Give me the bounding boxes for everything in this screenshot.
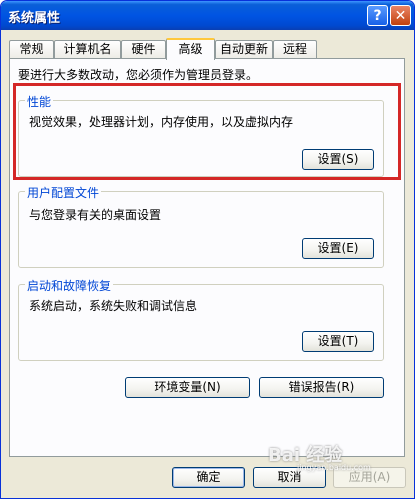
tab-computer-name[interactable]: 计算机名: [54, 40, 121, 59]
tab-automatic-updates[interactable]: 自动更新: [215, 40, 273, 59]
error-reporting-button[interactable]: 错误报告(R): [259, 377, 384, 398]
system-properties-window: 系统属性 ? ✕ 常规 计算机名 硬件 高级 自动更新 远程 要进行大多数改动，…: [0, 0, 415, 499]
tab-general[interactable]: 常规: [9, 40, 54, 59]
ok-button[interactable]: 确定: [172, 467, 245, 488]
startup-recovery-description: 系统启动，系统失败和调试信息: [29, 299, 198, 313]
startup-recovery-settings-button[interactable]: 设置(T): [302, 331, 374, 352]
tab-advanced[interactable]: 高级: [166, 38, 215, 60]
watermark-url: jingyan.baidu.com: [297, 463, 371, 472]
highlight-annotation-box: [13, 83, 401, 180]
tab-hardware[interactable]: 硬件: [121, 40, 166, 59]
user-profiles-group-title: 用户配置文件: [25, 184, 102, 201]
startup-recovery-group: 启动和故障恢复 系统启动，系统失败和调试信息 设置(T): [18, 277, 384, 361]
close-icon: ✕: [394, 7, 407, 24]
tab-remote[interactable]: 远程: [273, 40, 317, 59]
admin-notice: 要进行大多数改动，您必须作为管理员登录。: [18, 68, 259, 82]
help-button[interactable]: ?: [367, 5, 388, 26]
user-profiles-group: 用户配置文件 与您登录有关的桌面设置 设置(E): [18, 184, 384, 268]
close-button[interactable]: ✕: [390, 5, 411, 26]
window-title: 系统属性: [8, 11, 61, 26]
startup-recovery-group-title: 启动和故障恢复: [25, 277, 114, 294]
user-profiles-settings-button[interactable]: 设置(E): [302, 238, 374, 259]
title-bar[interactable]: 系统属性 ? ✕: [1, 1, 414, 30]
help-icon: ?: [373, 7, 382, 24]
user-profiles-description: 与您登录有关的桌面设置: [29, 208, 162, 222]
environment-variables-button[interactable]: 环境变量(N): [125, 377, 250, 398]
